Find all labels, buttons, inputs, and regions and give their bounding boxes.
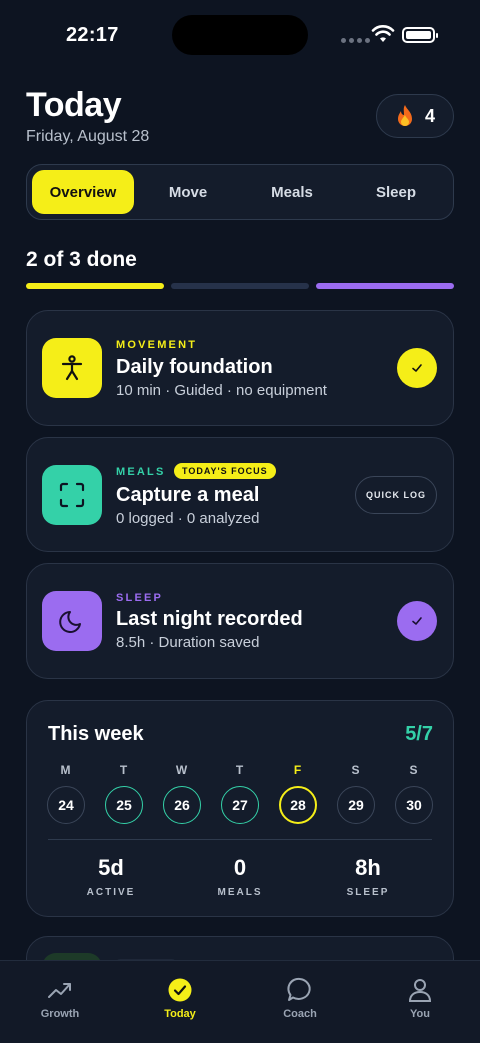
moon-icon xyxy=(42,591,102,651)
nav-label: Growth xyxy=(40,1008,80,1020)
stat-label: ACTIVE xyxy=(86,887,136,898)
stat-active: 5d ACTIVE xyxy=(51,855,171,898)
meals-card[interactable]: MEALS TODAY'S FOCUS Capture a meal 0 log… xyxy=(26,437,454,552)
check-icon xyxy=(412,617,422,625)
bottom-tab-bar: Growth Today Coach You xyxy=(0,960,480,1043)
stat-value: 8h xyxy=(355,855,381,880)
nav-label: Today xyxy=(164,1008,196,1020)
battery-icon xyxy=(402,27,438,43)
day-letter: S xyxy=(351,763,361,777)
sleep-meta: 8.5h · Duration saved xyxy=(116,634,260,651)
stat-value: 0 xyxy=(233,855,247,880)
progress-segment-sleep xyxy=(316,283,454,289)
week-title: This week xyxy=(48,723,144,745)
day-date: 30 xyxy=(395,786,433,824)
progress-segment-movement xyxy=(26,283,164,289)
day-date: 24 xyxy=(47,786,85,824)
day-saturday[interactable]: S 29 xyxy=(336,763,376,824)
day-friday-today[interactable]: F 28 xyxy=(278,763,318,824)
trend-icon xyxy=(48,983,71,998)
movement-title: Daily foundation xyxy=(116,356,273,378)
day-wednesday[interactable]: W 26 xyxy=(162,763,202,824)
day-letter: T xyxy=(119,763,129,777)
status-bar: 22:17 xyxy=(0,0,480,70)
day-letter: S xyxy=(409,763,419,777)
dynamic-island xyxy=(172,15,308,55)
progress-segment-meals xyxy=(171,283,309,289)
stat-label: MEALS xyxy=(217,887,263,898)
stat-label: SLEEP xyxy=(346,887,390,898)
wifi-icon xyxy=(371,25,395,42)
movement-meta: 10 min · Guided · no equipment xyxy=(116,382,327,399)
status-time: 22:17 xyxy=(66,24,119,46)
segmented-tabs: Overview Move Meals Sleep xyxy=(26,164,454,220)
nav-today[interactable]: Today xyxy=(135,977,225,1020)
sleep-card[interactable]: SLEEP Last night recorded 8.5h · Duratio… xyxy=(26,563,454,679)
day-date: 29 xyxy=(337,786,375,824)
day-monday[interactable]: M 24 xyxy=(46,763,86,824)
streak-count: 4 xyxy=(424,105,435,126)
meals-title: Capture a meal xyxy=(116,484,260,506)
todays-focus-badge: TODAY'S FOCUS xyxy=(174,463,276,479)
nav-growth[interactable]: Growth xyxy=(15,977,105,1020)
streak-button[interactable]: 4 xyxy=(376,94,454,138)
nav-coach[interactable]: Coach xyxy=(255,977,345,1020)
day-tuesday[interactable]: T 25 xyxy=(104,763,144,824)
movement-category: MOVEMENT xyxy=(116,339,198,351)
meals-category: MEALS xyxy=(116,466,166,478)
day-date: 27 xyxy=(221,786,259,824)
sleep-complete-check[interactable] xyxy=(397,601,437,641)
quick-log-button[interactable]: QUICK LOG xyxy=(355,476,437,514)
day-letter: W xyxy=(175,763,189,777)
stat-value: 5d xyxy=(98,855,124,880)
week-summary-card: This week 5/7 M 24 T 25 W 26 T 27 F 28 S… xyxy=(26,700,454,917)
day-date: 25 xyxy=(105,786,143,824)
tab-overview[interactable]: Overview xyxy=(32,170,134,214)
check-icon xyxy=(412,364,422,372)
fire-icon xyxy=(397,105,412,126)
check-circle-icon xyxy=(168,978,192,1002)
page-date: Friday, August 28 xyxy=(26,128,150,145)
day-sunday[interactable]: S 30 xyxy=(394,763,434,824)
tab-sleep[interactable]: Sleep xyxy=(345,170,447,214)
nav-label: Coach xyxy=(283,1008,317,1020)
cellular-signal-icon xyxy=(341,38,370,43)
nav-you[interactable]: You xyxy=(375,977,465,1020)
day-thursday[interactable]: T 27 xyxy=(220,763,260,824)
nav-label: You xyxy=(410,1008,430,1020)
movement-complete-check[interactable] xyxy=(397,348,437,388)
person-outline-icon xyxy=(408,979,432,1002)
movement-card[interactable]: MOVEMENT Daily foundation 10 min · Guide… xyxy=(26,310,454,426)
meals-meta: 0 logged · 0 analyzed xyxy=(116,510,260,527)
tab-meals[interactable]: Meals xyxy=(241,170,343,214)
week-divider xyxy=(48,839,432,840)
stat-sleep: 8h SLEEP xyxy=(308,855,428,898)
sleep-category: SLEEP xyxy=(116,592,164,604)
progress-label: 2 of 3 done xyxy=(26,248,137,271)
day-letter: M xyxy=(60,763,72,777)
stat-meals: 0 MEALS xyxy=(180,855,300,898)
chat-icon xyxy=(287,977,311,1001)
day-letter: T xyxy=(235,763,245,777)
person-icon xyxy=(42,338,102,398)
day-date: 28 xyxy=(279,786,317,824)
day-letter: F xyxy=(293,763,303,777)
scan-icon xyxy=(42,465,102,525)
week-count: 5/7 xyxy=(405,723,433,745)
day-date: 26 xyxy=(163,786,201,824)
page-title: Today xyxy=(26,86,122,124)
sleep-title: Last night recorded xyxy=(116,608,303,630)
tab-move[interactable]: Move xyxy=(137,170,239,214)
